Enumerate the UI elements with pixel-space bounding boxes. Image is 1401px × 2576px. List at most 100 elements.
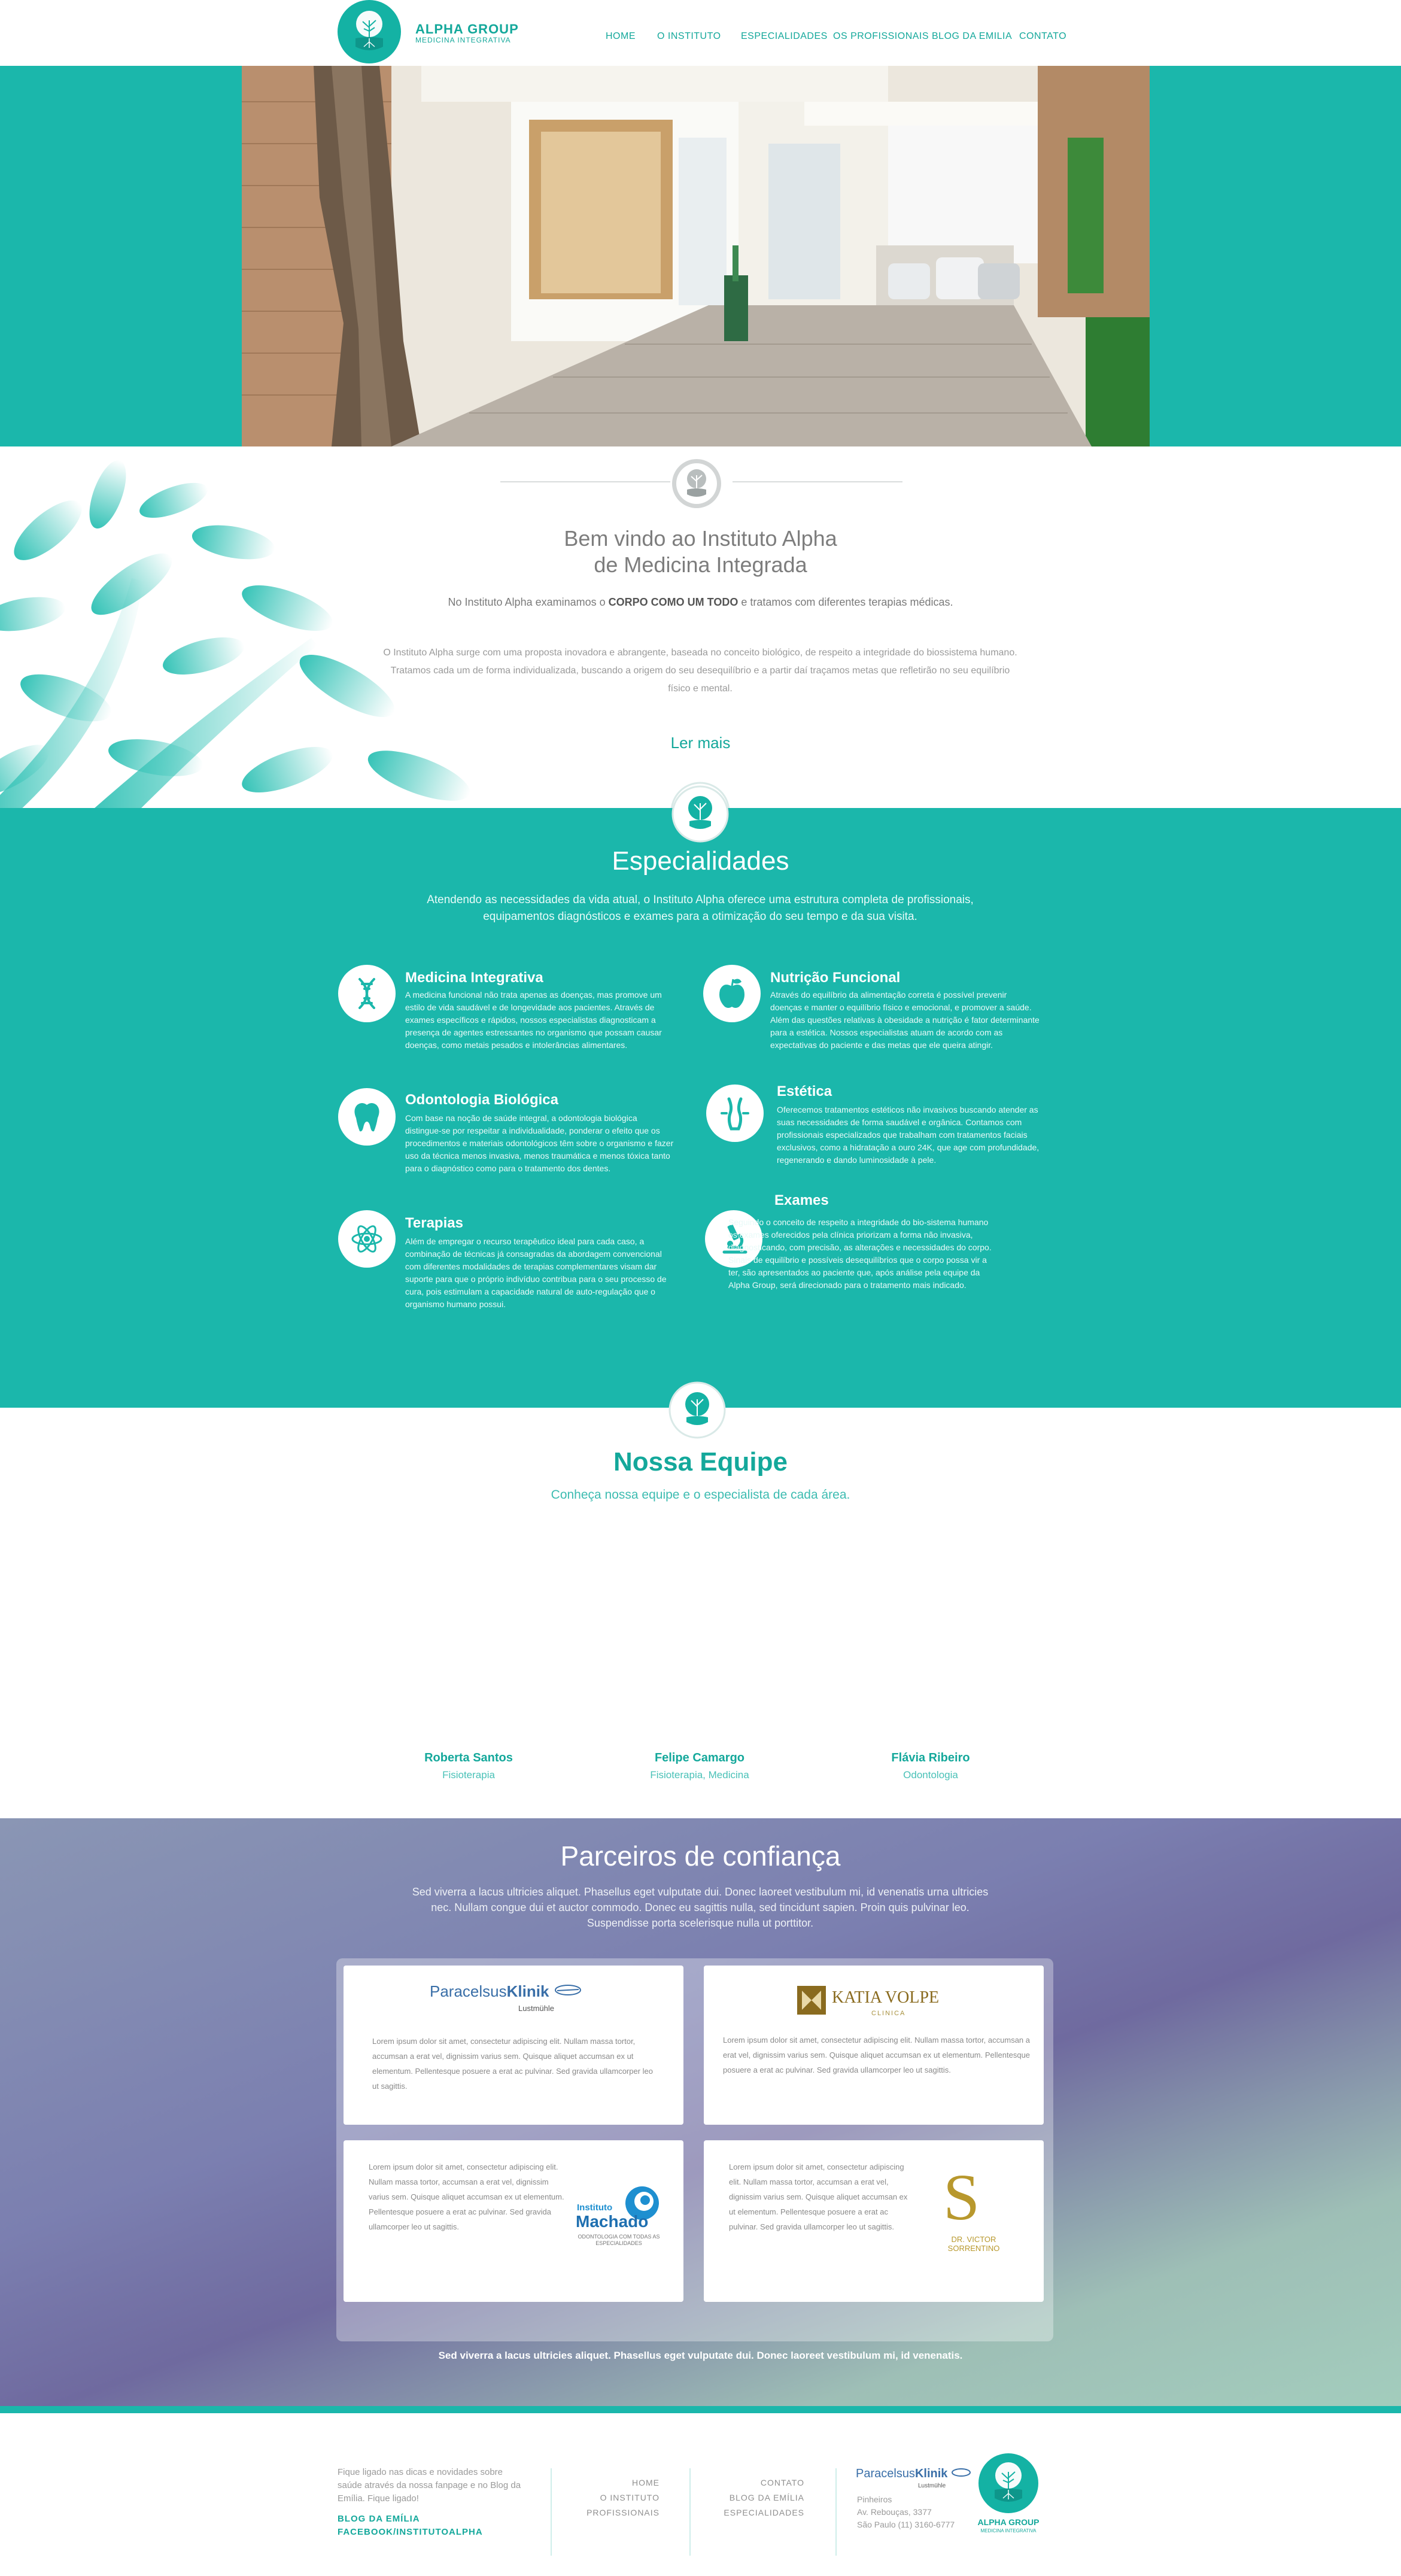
teal-divider-bar (0, 2406, 1401, 2413)
specialty-description-text: Seguindo o conceito de respeito a integr… (728, 1217, 992, 1290)
specialties-section: Especialidades Atendendo as necessidades… (0, 785, 1401, 1408)
address-line: Av. Rebouças, 3377 (857, 2507, 932, 2517)
victor-monogram: S (943, 2161, 980, 2234)
partners-section: Parceiros de confiança Sed viverra a lac… (0, 1818, 1401, 2413)
footer-link-blog-da-emilia[interactable]: BLOG DA EMÍLIA (670, 2490, 804, 2505)
site-footer: Fique ligado nas dicas e novidades sobre… (0, 2413, 1401, 2576)
alpha-group-logo[interactable] (338, 0, 401, 63)
specialty-name: Medicina Integrativa (405, 970, 543, 986)
tree-logo-icon[interactable] (977, 2452, 1040, 2515)
partner-card-victor-sorrentino[interactable]: Lorem ipsum dolor sit amet, consectetur … (704, 2140, 1044, 2302)
nav-o-instituto[interactable]: O INSTITUTO (657, 31, 721, 42)
specialty-name: Odontologia Biológica (405, 1092, 558, 1108)
team-title: Nossa Equipe (613, 1447, 788, 1477)
partner-card-paracelsus[interactable]: ParacelsusKlinik Lustmühle Lorem ipsum d… (344, 1966, 683, 2125)
building-entrance-illustration (242, 66, 1150, 446)
specialties-title: Especialidades (612, 846, 789, 876)
hero-photo (242, 66, 1150, 446)
partners-panel: ParacelsusKlinik Lustmühle Lorem ipsum d… (336, 1958, 1053, 2341)
brand-name[interactable]: ALPHA GROUP (415, 22, 519, 37)
address-line: Pinheiros (857, 2495, 892, 2504)
member-role: Odontologia (903, 1769, 958, 1781)
footer-link-contato[interactable]: CONTATO (670, 2475, 804, 2490)
logo-text: Paracelsus (430, 1982, 507, 2000)
logo-text: Paracelsus (856, 2467, 915, 2480)
footer-brand-name: ALPHA GROUP (977, 2517, 1040, 2527)
victor-logo-line-2: SORRENTINO (947, 2244, 1000, 2253)
tree-badge-icon (672, 459, 721, 508)
partner-description: Lorem ipsum dolor sit amet, consectetur … (372, 2037, 653, 2091)
atom-icon (338, 1210, 396, 1268)
footer-address: Pinheiros Av. Rebouças, 3377 São Paulo (… (857, 2493, 977, 2531)
nav-os-profissionais[interactable]: OS PROFISSIONAIS (833, 31, 929, 42)
partners-subtitle: Sed viverra a lacus ultricies aliquet. P… (412, 1886, 989, 1929)
victor-logo-line-1: DR. VICTOR (951, 2235, 996, 2244)
member-role: Fisioterapia, Medicina (650, 1769, 749, 1781)
specialties-subtitle: Atendendo as necessidades da vida atual,… (427, 894, 974, 923)
machado-logo-top: Instituto (577, 2203, 613, 2213)
footer-separator (835, 2468, 837, 2556)
member-name[interactable]: Flávia Ribeiro (811, 1751, 1050, 1765)
partners-footnote: Sed viverra a lacus ultricies aliquet. P… (438, 2350, 963, 2361)
brand-subtitle: MEDICINA INTEGRATIVA (415, 36, 511, 44)
machado-logo: Machado (576, 2212, 649, 2231)
nav-especialidades[interactable]: ESPECIALIDADES (741, 31, 828, 42)
partner-card-machado[interactable]: Lorem ipsum dolor sit amet, consectetur … (344, 2140, 683, 2302)
welcome-body: O Instituto Alpha surge com uma proposta… (383, 648, 1017, 694)
tree-logo-icon (339, 2, 399, 62)
member-name[interactable]: Roberta Santos (349, 1751, 588, 1765)
welcome-title: Bem vindo ao Instituto Alpha de Medicina… (0, 525, 1401, 578)
specialty-name: Estética (777, 1083, 832, 1099)
footer-link-home[interactable]: HOME (527, 2475, 660, 2490)
lead-text-2: e tratamos com diferentes terapias médic… (738, 596, 953, 608)
divider-right (733, 481, 902, 482)
swoosh-icon (951, 2468, 971, 2477)
partner-description: Lorem ipsum dolor sit amet, consectetur … (729, 2162, 908, 2231)
nav-home[interactable]: HOME (606, 31, 636, 42)
welcome-section: Bem vindo ao Instituto Alpha de Medicina… (0, 446, 1401, 808)
swoosh-icon (554, 1985, 581, 1995)
footer-blog-text: Fique ligado nas dicas e novidades sobre… (338, 2467, 521, 2504)
footer-blog-link[interactable]: BLOG DA EMÍLIA (338, 2514, 420, 2524)
footer-link-especialidades[interactable]: ESPECIALIDADES (670, 2505, 804, 2520)
tree-watermark (0, 460, 470, 808)
team-subtitle: Conheça nossa equipe e o especialista de… (551, 1488, 850, 1502)
lead-highlight: CORPO COMO UM TODO (608, 596, 739, 608)
specialty-description: Com base na noção de saúde integral, a o… (405, 1113, 674, 1173)
paracelsus-logo-sub: Lustmühle (518, 2004, 554, 2013)
address-line: São Paulo (11) 3160-6777 (857, 2520, 955, 2529)
victor-logo-text: DR. VICTOR SORRENTINO (941, 2235, 1007, 2253)
paracelsus-logo: ParacelsusKlinik (430, 1982, 582, 2001)
site-header: ALPHA GROUP MEDICINA INTEGRATIVA HOME O … (0, 0, 1401, 66)
logo-text-bold: Klinik (914, 2467, 948, 2480)
partner-card-katia-volpe[interactable]: KATIA VOLPE CLINICA Lorem ipsum dolor si… (704, 1966, 1044, 2125)
footer-partner-logo[interactable]: ParacelsusKlinik (856, 2467, 971, 2481)
specialty-description: Oferecemos tratamentos estéticos não inv… (777, 1105, 1040, 1165)
katia-volpe-logo: KATIA VOLPE (832, 1988, 940, 2007)
specialty-description: Através do equilíbrio da alimentação cor… (770, 990, 1040, 1050)
footer-menu-col-1: HOME O INSTITUTO PROFISSIONAIS (527, 2475, 660, 2520)
specialty-description: Além de empregar o recurso terapêutico i… (405, 1237, 667, 1309)
katia-volpe-sub: CLINICA (871, 2010, 906, 2017)
apple-icon (703, 965, 761, 1022)
body-icon (706, 1085, 764, 1142)
specialty-name: Exames (774, 1192, 829, 1208)
footer-facebook-link[interactable]: FACEBOOK/INSTITUTOALPHA (338, 2527, 483, 2537)
footer-brand-sub: MEDICINA INTEGRATIVA (980, 2528, 1037, 2534)
divider-left (500, 481, 670, 482)
footer-partner-sub: Lustmühle (918, 2483, 946, 2489)
nav-blog-da-emilia[interactable]: BLOG DA EMILIA (932, 31, 1012, 42)
welcome-title-line-2: de Medicina Integrada (594, 552, 807, 577)
welcome-title-line-1: Bem vindo ao Instituto Alpha (564, 526, 837, 551)
tooth-icon (338, 1088, 396, 1146)
partner-description: Lorem ipsum dolor sit amet, consectetur … (369, 2162, 564, 2231)
machado-logo-sub: ODONTOLOGIA COM TODAS AS ESPECIALIDADES (578, 2234, 660, 2246)
read-more-link[interactable]: Ler mais (0, 734, 1401, 752)
footer-link-o-instituto[interactable]: O INSTITUTO (527, 2490, 660, 2505)
welcome-lead: No Instituto Alpha examinamos o CORPO CO… (0, 596, 1401, 609)
team-section: Nossa Equipe Conheça nossa equipe e o es… (0, 1381, 1401, 1818)
member-name[interactable]: Felipe Camargo (580, 1751, 819, 1765)
footer-link-profissionais[interactable]: PROFISSIONAIS (527, 2505, 660, 2520)
tree-badge-icon (671, 785, 729, 843)
nav-contato[interactable]: CONTATO (1019, 31, 1066, 42)
